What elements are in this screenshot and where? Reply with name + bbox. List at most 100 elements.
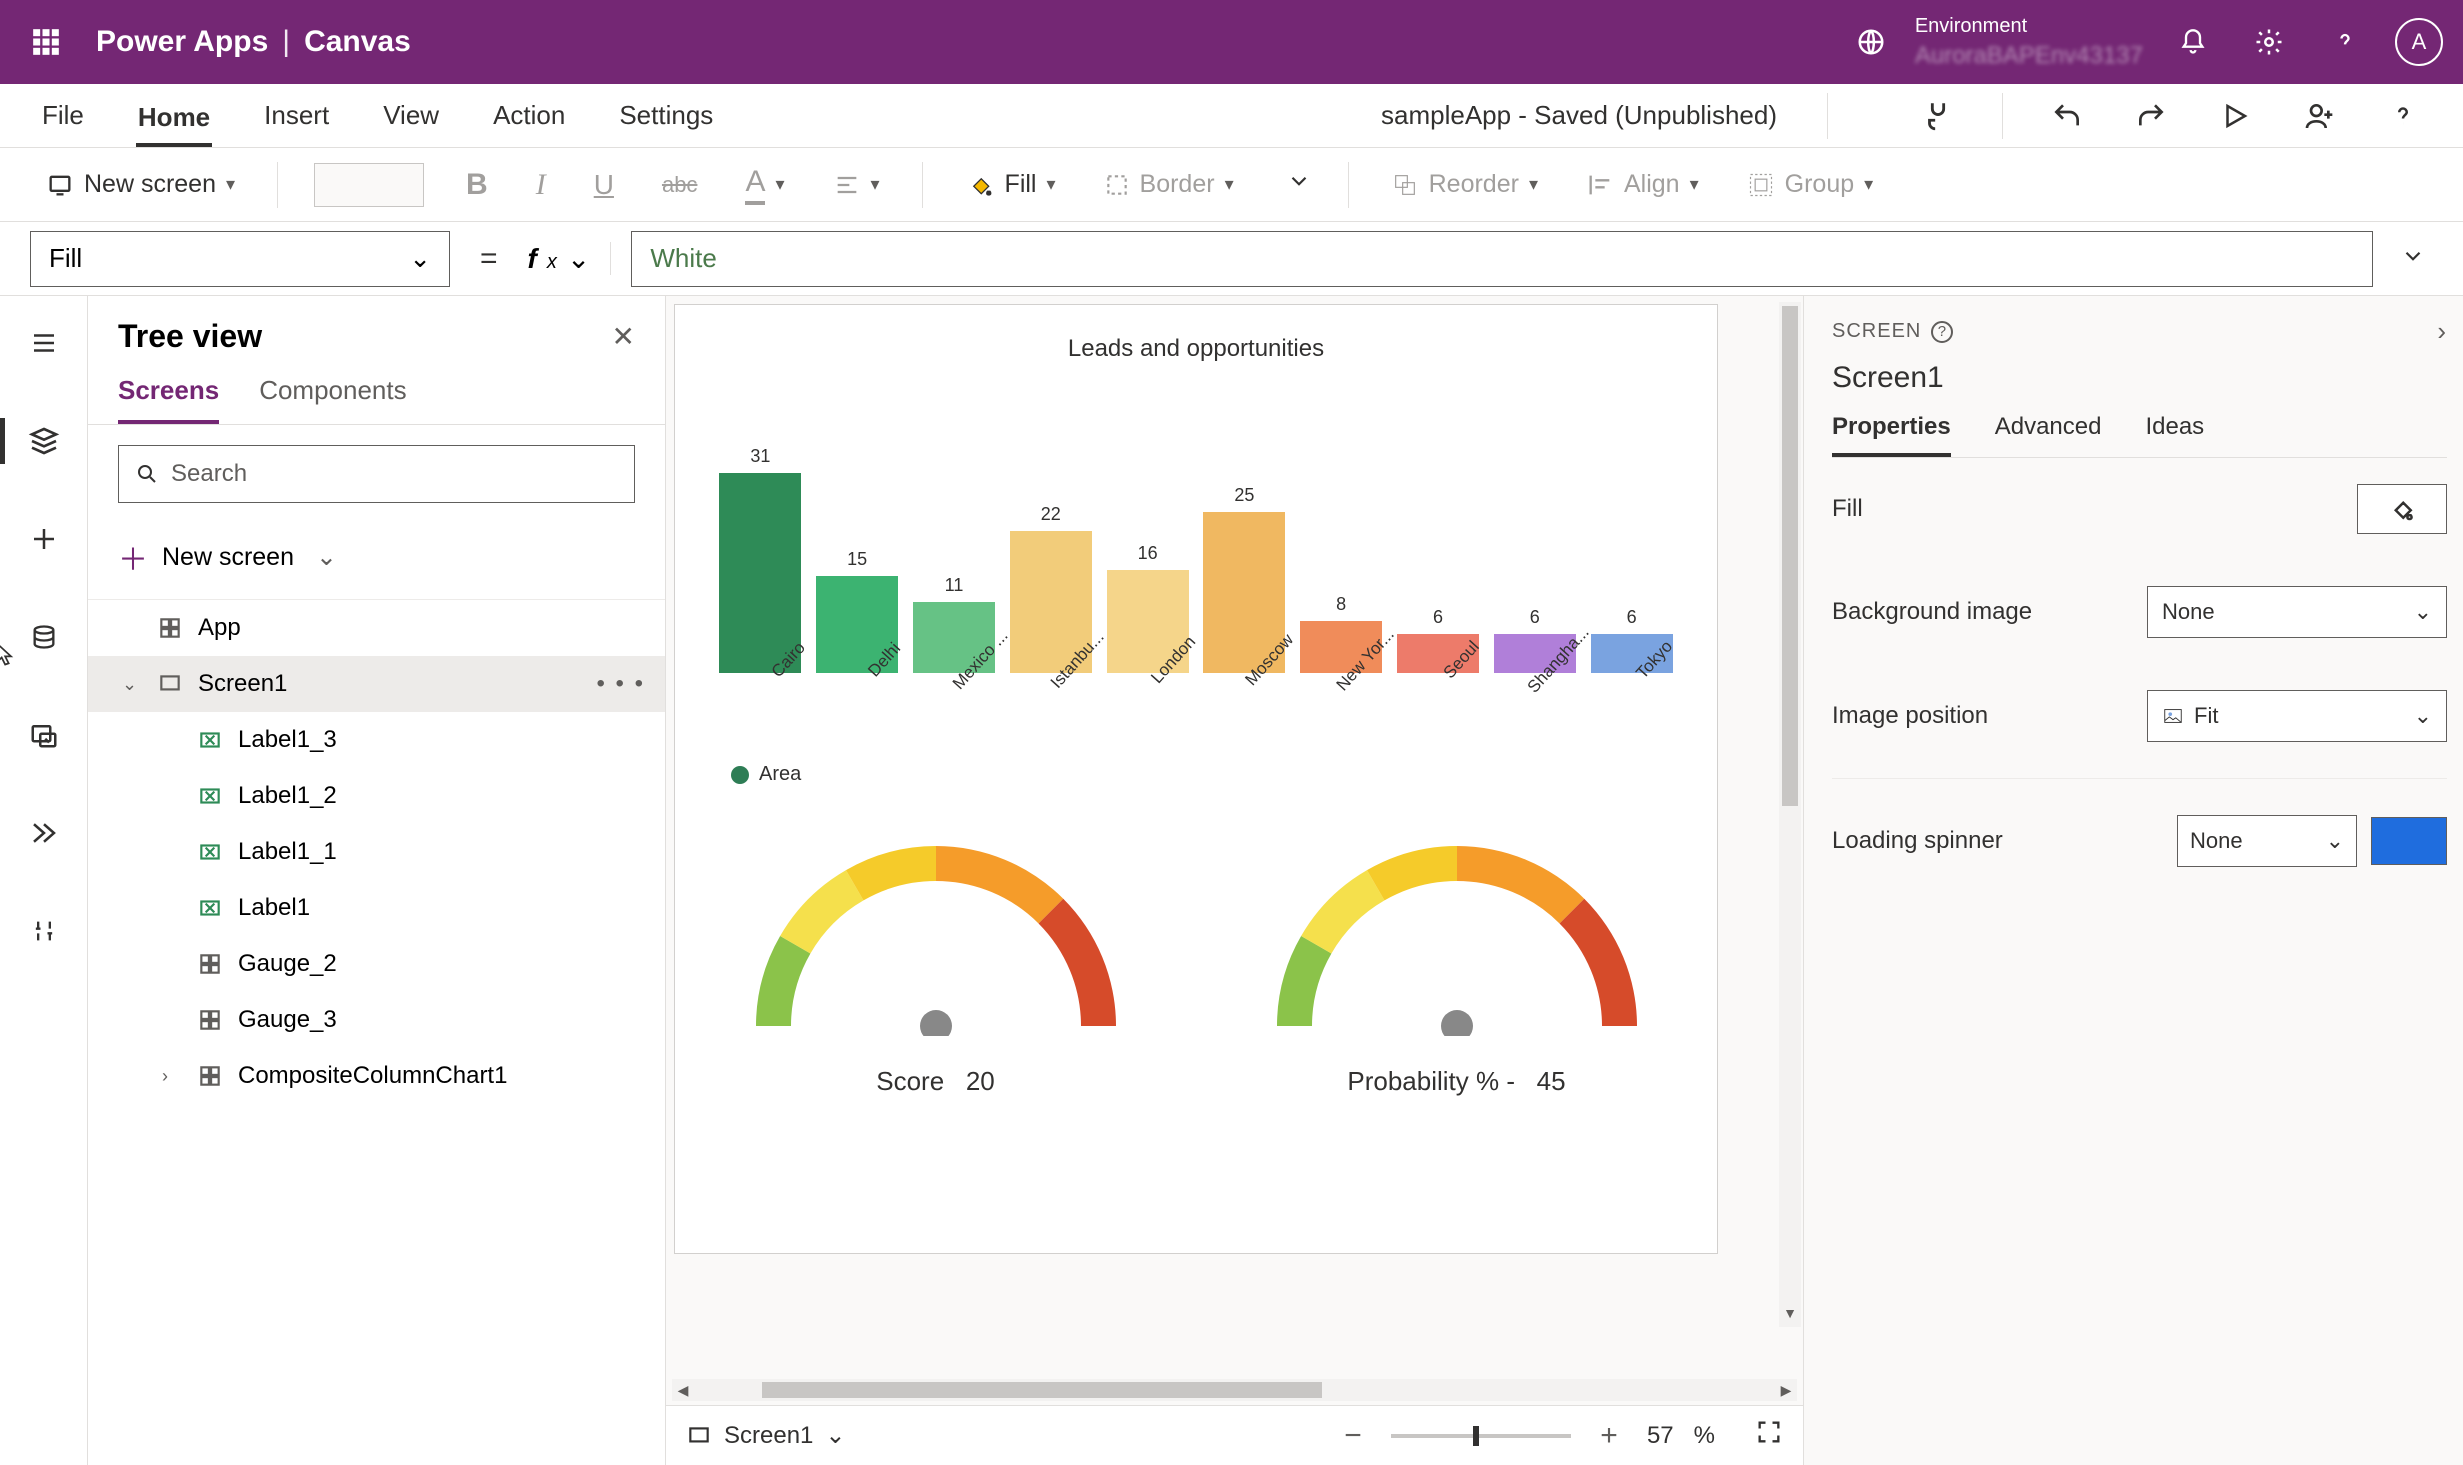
- zoom-out-button[interactable]: −: [1335, 1418, 1371, 1454]
- chevron-icon[interactable]: ›: [162, 1066, 182, 1087]
- tree-item-label1_1[interactable]: Label1_1: [88, 824, 665, 880]
- prop-spinner-dropdown[interactable]: None ⌄: [2177, 815, 2357, 867]
- expand-formula-icon[interactable]: [2393, 243, 2433, 274]
- close-icon[interactable]: ✕: [612, 320, 635, 353]
- props-tabs: Properties Advanced Ideas: [1832, 413, 2447, 458]
- play-preview-icon[interactable]: [2215, 96, 2255, 136]
- screen-selector[interactable]: Screen1 ⌄: [686, 1421, 846, 1450]
- app-checker-icon[interactable]: [1918, 96, 1958, 136]
- share-icon[interactable]: [2299, 96, 2339, 136]
- canvas-footer: Screen1 ⌄ − + 57 %: [666, 1405, 1803, 1465]
- prop-bg-image-value: None: [2162, 599, 2215, 625]
- menu-settings[interactable]: Settings: [617, 96, 715, 135]
- tree-view-icon[interactable]: [17, 414, 71, 468]
- tab-properties[interactable]: Properties: [1832, 413, 1951, 457]
- user-avatar[interactable]: A: [2395, 18, 2443, 66]
- menu-insert[interactable]: Insert: [262, 96, 331, 135]
- hamburger-icon[interactable]: [17, 316, 71, 370]
- app-canvas[interactable]: Leads and opportunities 3115112216258666…: [674, 304, 1718, 1254]
- bar-value: 11: [945, 575, 964, 596]
- align-button[interactable]: Align ▾: [1580, 166, 1705, 203]
- scroll-thumb-v[interactable]: [1782, 306, 1798, 806]
- label-icon: [196, 782, 224, 810]
- tab-ideas[interactable]: Ideas: [2145, 413, 2204, 457]
- tree-item-label1_3[interactable]: Label1_3: [88, 712, 665, 768]
- fx-button[interactable]: fx ⌄: [528, 242, 612, 275]
- property-selector[interactable]: Fill ⌄: [30, 231, 450, 287]
- group-button[interactable]: Group ▾: [1741, 166, 1880, 203]
- tree-item-gauge_2[interactable]: Gauge_2: [88, 936, 665, 992]
- zoom-slider[interactable]: [1391, 1434, 1571, 1438]
- chevron-icon[interactable]: ⌄: [122, 674, 142, 695]
- settings-gear-icon[interactable]: [2243, 16, 2295, 68]
- prop-fill-picker[interactable]: [2357, 484, 2447, 534]
- canvas-viewport[interactable]: Leads and opportunities 3115112216258666…: [666, 296, 1803, 1375]
- prop-bg-image-dropdown[interactable]: None ⌄: [2147, 586, 2447, 638]
- tree-search-input[interactable]: Search: [118, 445, 635, 503]
- data-icon[interactable]: [17, 610, 71, 664]
- tree-item-label: Screen1: [198, 670, 287, 698]
- menu-file[interactable]: File: [40, 96, 86, 135]
- menu-view[interactable]: View: [381, 96, 441, 135]
- reorder-button[interactable]: Reorder ▾: [1385, 166, 1544, 203]
- app-mode: Canvas: [304, 25, 411, 59]
- new-screen-label: New screen: [84, 170, 216, 199]
- tab-components[interactable]: Components: [259, 375, 406, 424]
- power-automate-icon[interactable]: [17, 806, 71, 860]
- italic-button[interactable]: I: [530, 164, 552, 206]
- horizontal-scrollbar[interactable]: ◀ ▶: [672, 1379, 1797, 1401]
- underline-button[interactable]: U: [588, 165, 620, 205]
- tree-item-gauge_3[interactable]: Gauge_3: [88, 992, 665, 1048]
- scroll-right-arrow[interactable]: ▶: [1775, 1379, 1797, 1401]
- fill-button[interactable]: Fill ▾: [959, 166, 1062, 204]
- help-icon[interactable]: [2383, 96, 2423, 136]
- tree-item-label1[interactable]: Label1: [88, 880, 665, 936]
- font-family-dropdown[interactable]: [314, 163, 424, 207]
- fit-to-window-icon[interactable]: [1755, 1418, 1783, 1453]
- tree-new-screen-label: New screen: [162, 543, 294, 572]
- notifications-icon[interactable]: [2167, 16, 2219, 68]
- prop-spinner-color-picker[interactable]: [2371, 817, 2447, 865]
- tab-screens[interactable]: Screens: [118, 375, 219, 424]
- tree-item-label1_2[interactable]: Label1_2: [88, 768, 665, 824]
- app-launcher-icon[interactable]: [20, 16, 72, 68]
- redo-icon[interactable]: [2131, 96, 2171, 136]
- help-icon[interactable]: [2319, 16, 2371, 68]
- tree-item-screen1[interactable]: ⌄ Screen1 • • •: [88, 656, 665, 712]
- tree-item-compositecolumnchart1[interactable]: ›CompositeColumnChart1: [88, 1048, 665, 1104]
- scroll-left-arrow[interactable]: ◀: [672, 1379, 694, 1401]
- advanced-tools-icon[interactable]: [17, 904, 71, 958]
- help-icon[interactable]: ?: [1931, 321, 1953, 343]
- scroll-thumb-h[interactable]: [762, 1382, 1322, 1398]
- formula-input[interactable]: White: [631, 231, 2373, 287]
- zoom-slider-knob[interactable]: [1473, 1426, 1479, 1446]
- label-icon: [196, 894, 224, 922]
- font-color-button[interactable]: A▾: [739, 161, 790, 209]
- scroll-down-arrow[interactable]: ▼: [1779, 1305, 1801, 1327]
- zoom-in-button[interactable]: +: [1591, 1418, 1627, 1454]
- border-button[interactable]: Border ▾: [1098, 166, 1240, 203]
- expand-format-icon[interactable]: [1286, 168, 1312, 201]
- tree-item-label: Gauge_3: [238, 1006, 337, 1034]
- tree-item-app[interactable]: App: [88, 600, 665, 656]
- menu-action[interactable]: Action: [491, 96, 567, 135]
- text-align-button[interactable]: ▾: [827, 167, 886, 203]
- new-screen-button[interactable]: New screen ▾: [40, 166, 241, 203]
- more-options-icon[interactable]: • • •: [596, 670, 645, 698]
- home-toolbar: New screen ▾ B I U abc A▾ ▾ Fill ▾ Borde…: [0, 148, 2463, 222]
- prop-fill-row: Fill: [1832, 458, 2447, 560]
- chevron-right-icon[interactable]: ›: [2437, 316, 2447, 347]
- media-icon[interactable]: [17, 708, 71, 762]
- menu-home[interactable]: Home: [136, 98, 212, 147]
- strikethrough-button[interactable]: abc: [656, 168, 703, 202]
- prop-img-pos-dropdown[interactable]: Fit ⌄: [2147, 690, 2447, 742]
- bold-button[interactable]: B: [460, 164, 494, 206]
- tree-new-screen-button[interactable]: ＋ New screen ⌄: [88, 523, 665, 600]
- vertical-scrollbar[interactable]: ▲ ▼: [1779, 302, 1801, 1327]
- chevron-down-icon: ⌄: [316, 542, 337, 572]
- prop-image-position-row: Image position Fit ⌄: [1832, 664, 2447, 768]
- environment-picker[interactable]: Environment AuroraBAPEnv43137: [1845, 15, 2143, 70]
- undo-icon[interactable]: [2047, 96, 2087, 136]
- tab-advanced[interactable]: Advanced: [1995, 413, 2102, 457]
- insert-plus-icon[interactable]: [17, 512, 71, 566]
